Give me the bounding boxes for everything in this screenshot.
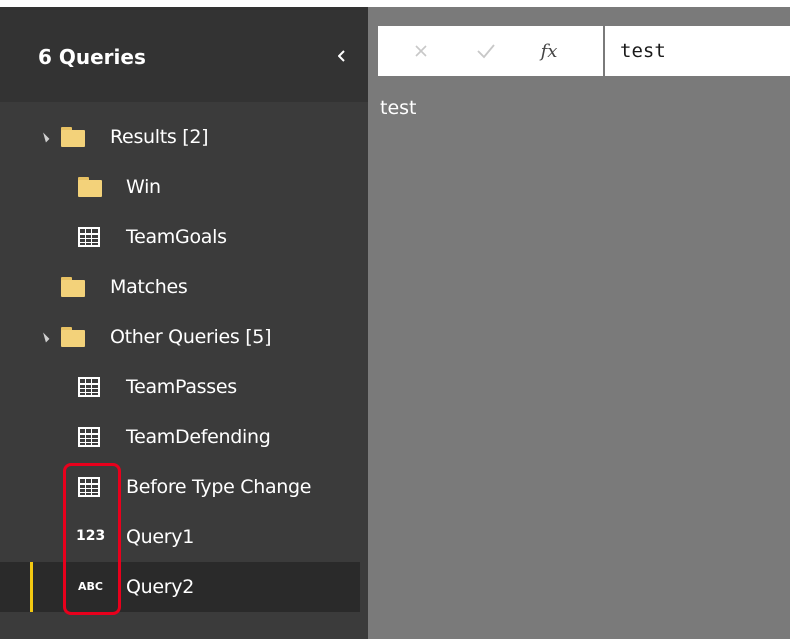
queries-count-title: 6 Queries — [38, 45, 146, 69]
query-item-label: TeamGoals — [126, 226, 227, 248]
query-group-results[interactable]: Results [2] — [0, 112, 360, 162]
top-strip — [0, 0, 790, 7]
selection-indicator — [30, 562, 33, 612]
folder-icon — [61, 277, 85, 297]
query-group-label: Results [2] — [110, 126, 209, 148]
formula-input[interactable] — [620, 26, 790, 76]
table-icon — [78, 227, 100, 247]
formula-bar: fx — [378, 26, 790, 76]
preview-area: fx test — [368, 7, 790, 639]
query-group-label: Other Queries [5] — [110, 326, 272, 348]
queries-pane-header: 6 Queries — [0, 7, 368, 102]
expand-triangle-icon[interactable] — [39, 332, 50, 343]
query-item-teamgoals[interactable]: TeamGoals — [0, 212, 360, 262]
table-icon — [78, 377, 100, 397]
fx-icon[interactable]: fx — [536, 38, 562, 64]
highlight-annotation-box — [63, 463, 121, 615]
query-item-label: TeamDefending — [126, 426, 271, 448]
query-group-label: Matches — [110, 276, 188, 298]
query-item-label: Query1 — [126, 526, 195, 548]
query-item-query2[interactable]: ABC Query2 — [0, 562, 360, 612]
query-result-value: test — [380, 97, 417, 119]
query-group-win[interactable]: Win — [0, 162, 360, 212]
query-item-before-type-change[interactable]: Before Type Change — [0, 462, 360, 512]
query-item-query1[interactable]: 123 Query1 — [0, 512, 360, 562]
queries-pane: 6 Queries Results [2] Win TeamGoals Matc… — [0, 7, 368, 639]
query-item-label: TeamPasses — [126, 376, 237, 398]
expand-triangle-icon[interactable] — [39, 132, 50, 143]
folder-icon — [78, 177, 102, 197]
table-icon — [78, 427, 100, 447]
query-group-matches[interactable]: Matches — [0, 262, 360, 312]
query-item-teamdefending[interactable]: TeamDefending — [0, 412, 360, 462]
close-icon[interactable] — [408, 38, 434, 64]
query-item-label: Query2 — [126, 576, 195, 598]
folder-icon — [61, 127, 85, 147]
chevron-left-icon[interactable] — [334, 47, 350, 65]
folder-icon — [61, 327, 85, 347]
query-group-label: Win — [126, 176, 161, 198]
checkmark-icon[interactable] — [473, 38, 499, 64]
query-item-label: Before Type Change — [126, 476, 312, 498]
query-item-teampasses[interactable]: TeamPasses — [0, 362, 360, 412]
query-group-other-queries[interactable]: Other Queries [5] — [0, 312, 360, 362]
formula-bar-divider — [603, 26, 605, 76]
